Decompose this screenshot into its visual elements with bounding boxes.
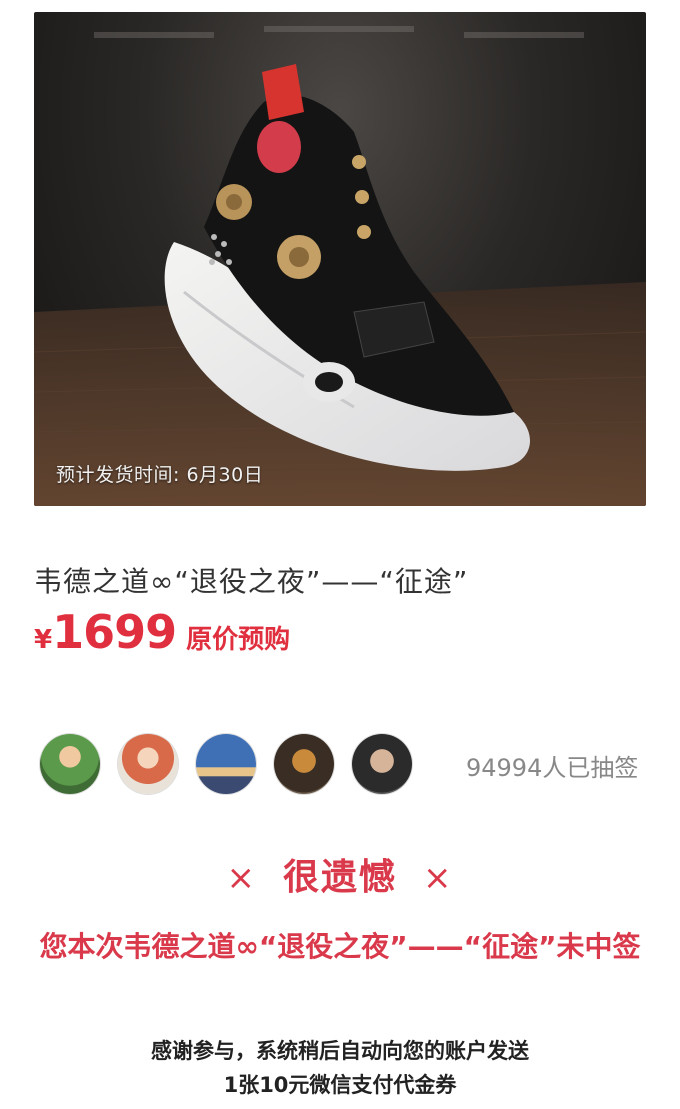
- avatar: [274, 734, 334, 794]
- headline-text: 很遗憾: [282, 857, 397, 898]
- ship-date: 预计发货时间: 6月30日: [56, 464, 264, 486]
- avatar: [40, 734, 100, 794]
- draw-count: 94994人已抽签: [466, 754, 639, 782]
- thanks-line-1: 感谢参与，系统稍后自动向您的账户发送: [151, 1039, 529, 1063]
- price-row: ¥1699 原价预购: [34, 605, 290, 659]
- result-headline: × 很遗憾 ×: [0, 848, 680, 900]
- shoe-illustration: [34, 26, 646, 506]
- close-icon: ×: [226, 858, 257, 898]
- thanks-line-2: 1张10元微信支付代金券: [223, 1073, 457, 1097]
- close-icon: ×: [423, 858, 454, 898]
- avatar: [196, 734, 256, 794]
- result-message: 您本次韦德之道∞“退役之夜”——“征途”未中签: [39, 930, 641, 963]
- avatar: [352, 734, 412, 794]
- thanks-message: 感谢参与，系统稍后自动向您的账户发送 1张10元微信支付代金券: [0, 1034, 680, 1102]
- product-title: 韦德之道∞“退役之夜”——“征途”: [34, 565, 469, 598]
- product-image: 预计发货时间: 6月30日: [34, 12, 646, 506]
- price-tag: 原价预购: [186, 625, 291, 655]
- avatar: [118, 734, 178, 794]
- price-currency: ¥: [34, 625, 53, 655]
- price-amount: 1699: [52, 605, 177, 659]
